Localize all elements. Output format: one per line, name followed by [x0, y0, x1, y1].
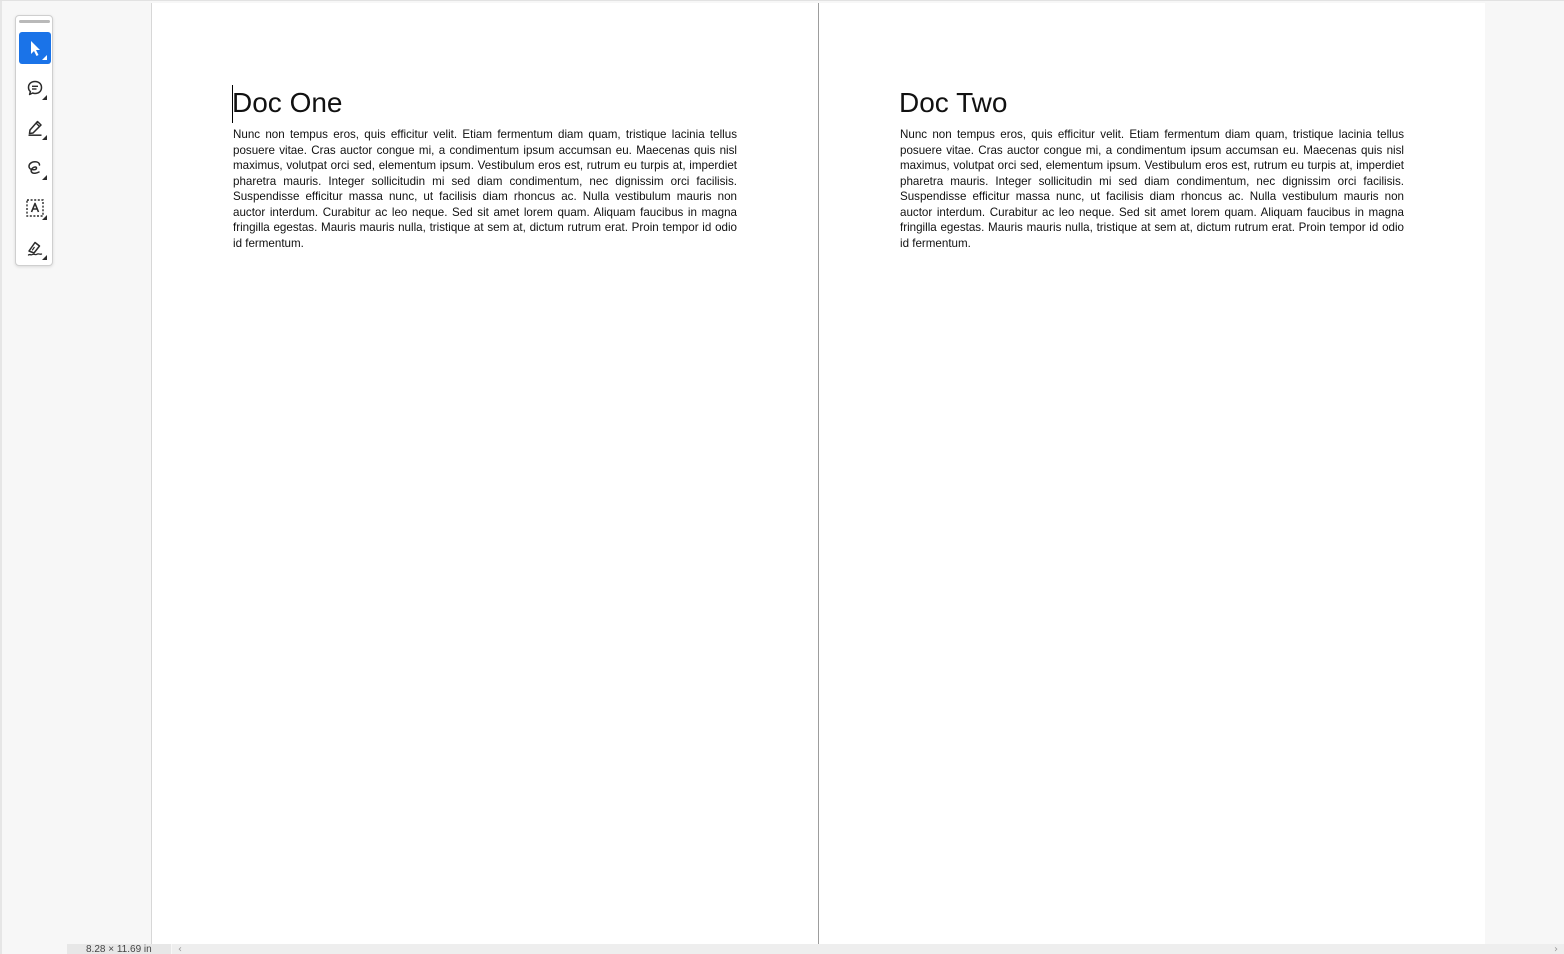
freehand-tool-button[interactable] [19, 152, 51, 184]
tool-options-indicator [42, 215, 47, 220]
annotation-toolbar [15, 15, 53, 266]
tool-options-indicator [42, 175, 47, 180]
signature-tool-button[interactable] [19, 232, 51, 264]
tool-options-indicator [42, 55, 47, 60]
comment-tool-button[interactable] [19, 72, 51, 104]
page-title: Doc Two [899, 87, 1008, 118]
pointer-arrow-icon [31, 41, 40, 56]
page-spread: Doc One Nunc non tempus eros, quis effic… [151, 3, 1485, 944]
left-edge [0, 1, 2, 954]
toolbar-drag-handle[interactable] [19, 20, 50, 23]
document-viewer: Doc One Nunc non tempus eros, quis effic… [0, 0, 1564, 954]
text-box-tool-button[interactable] [19, 192, 51, 224]
select-tool-button[interactable] [19, 32, 51, 64]
tool-options-indicator [42, 95, 47, 100]
tool-options-indicator [42, 255, 47, 260]
page-doc-two[interactable]: Doc Two Nunc non tempus eros, quis effic… [819, 3, 1485, 944]
page-title: Doc One [232, 87, 343, 118]
tool-options-indicator [42, 135, 47, 140]
page-doc-one[interactable]: Doc One Nunc non tempus eros, quis effic… [152, 3, 818, 944]
highlight-tool-button[interactable] [19, 112, 51, 144]
page-body-text: Nunc non tempus eros, quis efficitur vel… [233, 128, 737, 250]
page-body-text: Nunc non tempus eros, quis efficitur vel… [900, 128, 1404, 250]
